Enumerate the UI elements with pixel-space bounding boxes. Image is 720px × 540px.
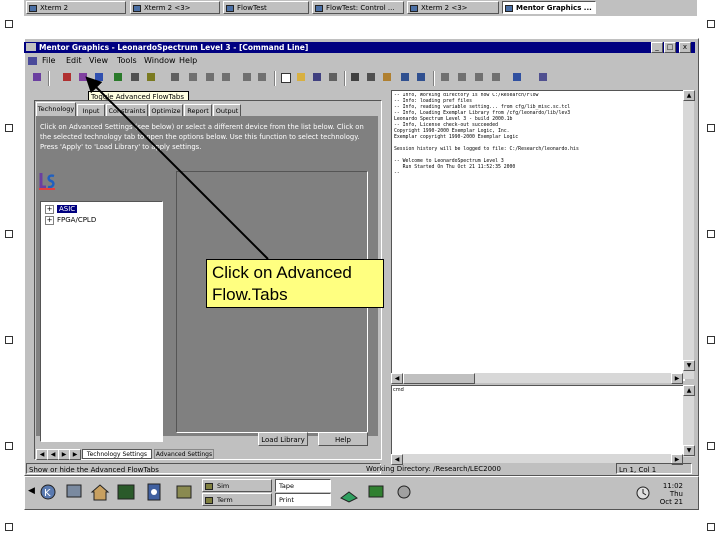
callout-line-2: Flow.Tabs (212, 285, 288, 304)
callout-line-1: Click on Advanced (212, 263, 352, 282)
annotation-callout: Click on Advanced Flow.Tabs (206, 259, 384, 308)
callout-arrow-line (85, 76, 269, 260)
